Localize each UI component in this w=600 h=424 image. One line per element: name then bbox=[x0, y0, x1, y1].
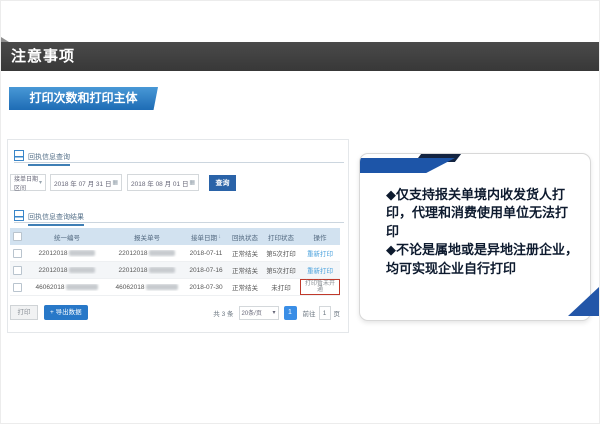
unified-no: 22012018 bbox=[39, 250, 68, 257]
unified-no: 46062018 bbox=[36, 284, 65, 291]
receipt-date: 2018-07-16 bbox=[184, 267, 228, 274]
search-button[interactable]: 查询 bbox=[209, 175, 236, 191]
topic-badge: 打印次数和打印主体 bbox=[9, 87, 158, 110]
goto-suffix-label: 页 bbox=[334, 308, 341, 318]
note-bullet-1: ◆仅支持报关单境内收发货人打印，代理和消费使用单位无法打印 bbox=[386, 186, 579, 241]
masked-number-blur bbox=[146, 284, 178, 290]
chevron-down-icon: ▾ bbox=[39, 179, 42, 186]
receipt-date: 2018-07-30 bbox=[184, 284, 228, 291]
plus-icon: + bbox=[50, 309, 54, 316]
row-checkbox[interactable] bbox=[13, 283, 22, 292]
export-data-button[interactable]: + 导出数据 bbox=[44, 305, 88, 320]
table-header-row: 统一编号 报关单号 接单日期 ↓ 回执状态 打印状态 操作 bbox=[10, 228, 340, 245]
banner-title: 注意事项 bbox=[11, 48, 75, 65]
receipt-date: 2018-07-11 bbox=[184, 250, 228, 257]
masked-number-blur bbox=[149, 267, 175, 273]
declaration-no: 46062018 bbox=[116, 284, 145, 291]
current-page-button[interactable]: 1 bbox=[284, 306, 297, 320]
row-checkbox[interactable] bbox=[13, 249, 22, 258]
document-list-icon bbox=[14, 210, 24, 221]
app-screenshot: 回执信息查询 接单日期区间 ▾ 2018 年 07 月 31 日 ▦ 2018 … bbox=[7, 139, 349, 333]
ribbon-blue-accent bbox=[359, 158, 455, 173]
date-from-value: 2018 年 07 月 31 日 bbox=[54, 178, 111, 188]
query-section-title: 回执信息查询 bbox=[28, 154, 70, 166]
query-section-header: 回执信息查询 bbox=[14, 146, 344, 163]
col-header-receipt-status: 回执状态 bbox=[228, 232, 262, 242]
print-status: 第5次打印 bbox=[262, 265, 300, 275]
masked-number-blur bbox=[66, 284, 98, 290]
declaration-no: 22012018 bbox=[119, 250, 148, 257]
masked-number-blur bbox=[69, 250, 95, 256]
table-row: 22012018 22012018 2018-07-11 正常结关 第5次打印 … bbox=[10, 245, 340, 262]
date-from-input[interactable]: 2018 年 07 月 31 日 ▦ bbox=[50, 174, 122, 191]
note-bullet-2: ◆不论是属地或是异地注册企业，均可实现企业自行打印 bbox=[386, 241, 579, 278]
note-bullets: ◆仅支持报关单境内收发货人打印，代理和消费使用单位无法打印 ◆不论是属地或是异地… bbox=[386, 186, 579, 278]
print-button[interactable]: 打印 bbox=[10, 305, 38, 320]
date-to-value: 2018 年 08 月 01 日 bbox=[131, 178, 188, 188]
print-status: 未打印 bbox=[262, 282, 300, 292]
col-header-action: 操作 bbox=[300, 232, 340, 242]
col-header-unified-no: 统一编号 bbox=[24, 232, 110, 242]
page-size-select[interactable]: 20条/页 ▾ bbox=[239, 306, 279, 320]
date-range-select[interactable]: 接单日期区间 ▾ bbox=[10, 174, 46, 191]
note-callout-card: ◆仅支持报关单境内收发货人打印，代理和消费使用单位无法打印 ◆不论是属地或是异地… bbox=[359, 153, 591, 321]
col-header-print-status: 打印状态 bbox=[262, 232, 300, 242]
total-count-label: 共 3 条 bbox=[213, 308, 233, 318]
pagination-bar: 共 3 条 20条/页 ▾ 1 前往 1 页 bbox=[213, 305, 340, 320]
select-all-checkbox[interactable] bbox=[13, 232, 22, 241]
table-row: 22012018 22012018 2018-07-16 正常结关 第5次打印 … bbox=[10, 262, 340, 279]
receipt-status: 正常结关 bbox=[228, 282, 262, 292]
goto-label: 前往 bbox=[303, 308, 316, 318]
date-range-select-label: 接单日期区间 bbox=[14, 174, 39, 192]
reprint-link[interactable]: 重新打印 bbox=[307, 265, 333, 275]
table-row: 46062018 46062018 2018-07-30 正常结关 未打印 打印… bbox=[10, 279, 340, 296]
calendar-icon: ▦ bbox=[189, 179, 195, 186]
table-footer-actions: 打印 + 导出数据 bbox=[10, 305, 88, 320]
goto-page-input[interactable]: 1 bbox=[319, 306, 331, 320]
slide: 注意事项 打印次数和打印主体 回执信息查询 接单日期区间 ▾ 2018 年 07… bbox=[0, 0, 600, 424]
result-section-header: 回执信息查询结果 bbox=[14, 206, 344, 223]
row-checkbox[interactable] bbox=[13, 266, 22, 275]
highlighted-action-label[interactable]: 打印暂未开通 bbox=[300, 279, 340, 295]
section-banner: 注意事项 bbox=[1, 42, 600, 71]
receipt-status: 正常结关 bbox=[228, 265, 262, 275]
col-header-declaration-no: 报关单号 bbox=[110, 232, 184, 242]
print-status: 第5次打印 bbox=[262, 248, 300, 258]
chevron-down-icon: ▾ bbox=[272, 309, 275, 316]
receipt-status: 正常结关 bbox=[228, 248, 262, 258]
result-table: 统一编号 报关单号 接单日期 ↓ 回执状态 打印状态 操作 22012018 2… bbox=[10, 228, 340, 296]
document-search-icon bbox=[14, 150, 24, 161]
masked-number-blur bbox=[69, 267, 95, 273]
result-section-title: 回执信息查询结果 bbox=[28, 214, 84, 226]
col-header-date[interactable]: 接单日期 ↓ bbox=[184, 232, 228, 242]
reprint-link[interactable]: 重新打印 bbox=[307, 248, 333, 258]
calendar-icon: ▦ bbox=[112, 179, 118, 186]
masked-number-blur bbox=[149, 250, 175, 256]
declaration-no: 22012018 bbox=[119, 267, 148, 274]
date-to-input[interactable]: 2018 年 08 月 01 日 ▦ bbox=[127, 174, 199, 191]
unified-no: 22012018 bbox=[39, 267, 68, 274]
filter-bar: 接单日期区间 ▾ 2018 年 07 月 31 日 ▦ 2018 年 08 月 … bbox=[10, 174, 236, 191]
sort-desc-icon: ↓ bbox=[218, 234, 221, 240]
